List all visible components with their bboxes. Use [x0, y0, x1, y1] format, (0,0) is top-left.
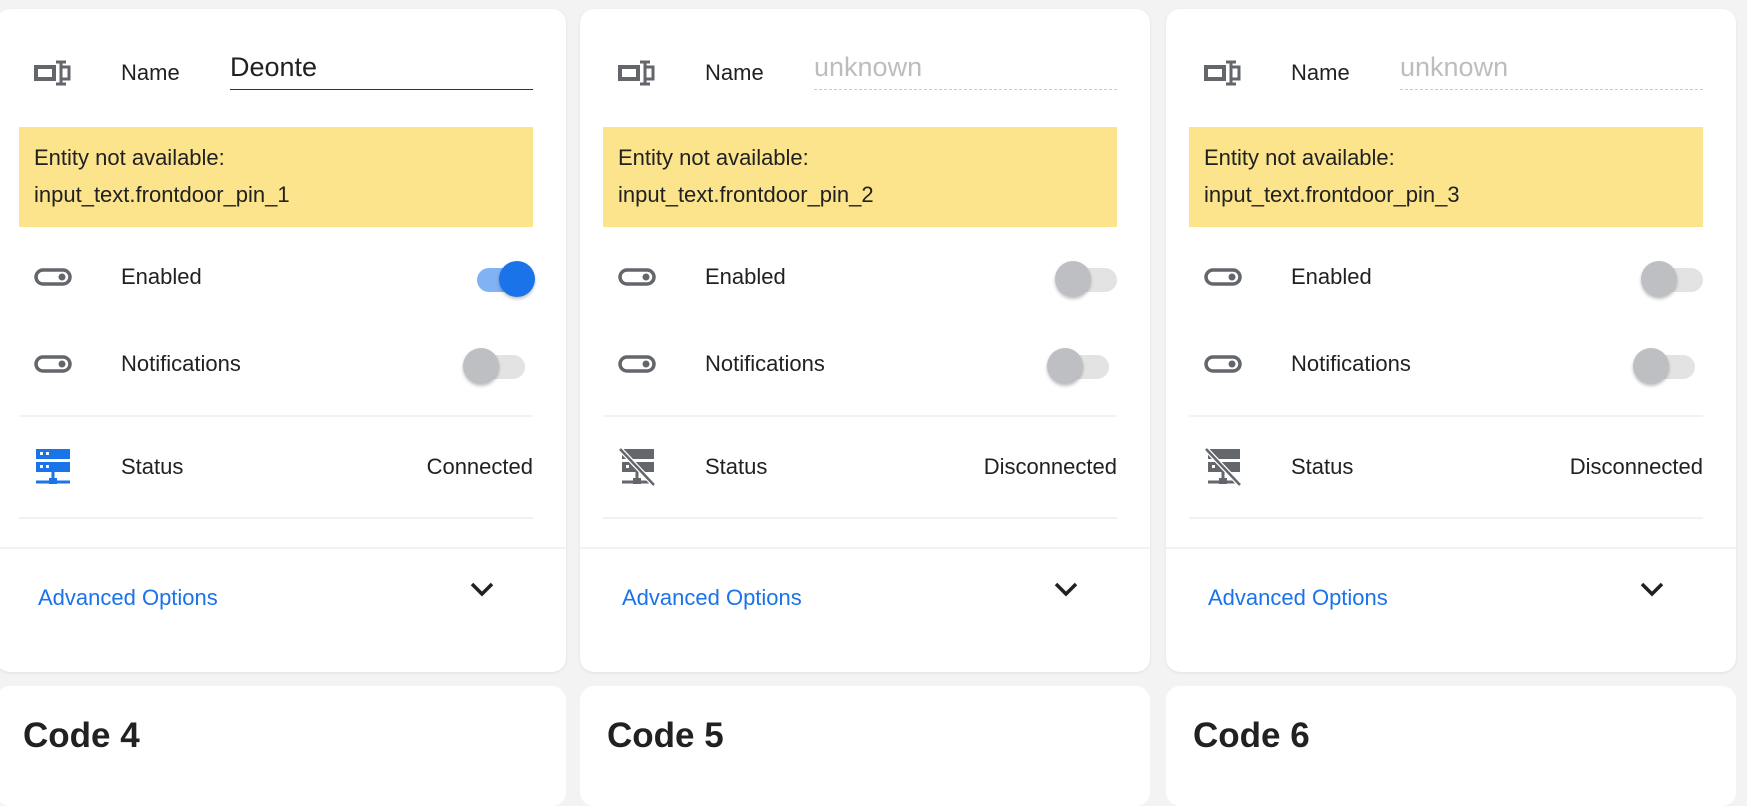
divider	[1189, 517, 1703, 519]
warning-entity-id: input_text.frontdoor_pin_3	[1204, 182, 1460, 207]
notifications-toggle[interactable]	[1047, 346, 1109, 384]
name-input[interactable]: unknown	[1400, 49, 1703, 90]
name-row: Name unknown	[1189, 52, 1703, 93]
divider	[580, 547, 1150, 549]
warning-entity-id: input_text.frontdoor_pin_1	[34, 182, 290, 207]
name-label: Name	[121, 60, 180, 85]
textbox-icon	[1203, 53, 1243, 93]
name-input[interactable]: Deonte	[230, 49, 533, 90]
status-row: Status Connected	[19, 447, 533, 487]
code-card: Code 6	[1166, 686, 1736, 806]
enabled-toggle[interactable]	[471, 259, 535, 297]
warning-text: Entity not available:	[618, 145, 809, 170]
warning-text: Entity not available:	[1204, 145, 1395, 170]
enabled-row: Enabled	[603, 257, 1117, 297]
enabled-label: Enabled	[705, 264, 786, 289]
toggle-switch-icon	[1203, 257, 1243, 297]
entity-warning: Entity not available: input_text.frontdoo…	[19, 127, 533, 227]
warning-text: Entity not available:	[34, 145, 225, 170]
enabled-label: Enabled	[1291, 264, 1372, 289]
textbox-icon	[33, 53, 73, 93]
notifications-row: Notifications	[1189, 344, 1703, 384]
status-label: Status	[121, 454, 184, 479]
code-card: Code 5	[580, 686, 1150, 806]
enabled-toggle[interactable]	[1641, 259, 1703, 297]
advanced-options-link[interactable]: Advanced Options	[1208, 585, 1388, 611]
toggle-switch-icon	[617, 344, 657, 384]
divider	[0, 547, 566, 549]
notifications-row: Notifications	[19, 344, 533, 384]
notifications-label: Notifications	[1291, 351, 1411, 376]
server-network-icon	[33, 447, 73, 487]
entity-warning: Entity not available: input_text.frontdoo…	[603, 127, 1117, 227]
advanced-options-link[interactable]: Advanced Options	[622, 585, 802, 611]
textbox-icon	[617, 53, 657, 93]
notifications-toggle[interactable]	[463, 346, 525, 384]
divider	[19, 415, 533, 417]
notifications-toggle[interactable]	[1633, 346, 1695, 384]
status-row: Status Disconnected	[603, 447, 1117, 487]
toggle-switch-icon	[617, 257, 657, 297]
lock-code-card: Name Deonte Entity not available: input_t…	[0, 9, 566, 672]
status-label: Status	[705, 454, 768, 479]
enabled-toggle[interactable]	[1055, 259, 1117, 297]
name-label: Name	[705, 60, 764, 85]
enabled-row: Enabled	[19, 257, 535, 297]
toggle-switch-icon	[33, 257, 73, 297]
server-network-off-icon	[1203, 447, 1243, 487]
divider	[1166, 547, 1736, 549]
name-label: Name	[1291, 60, 1350, 85]
code-card: Code 4	[0, 686, 566, 806]
code-card-title: Code 4	[23, 716, 140, 755]
advanced-options-link[interactable]: Advanced Options	[38, 585, 218, 611]
status-value: Connected	[426, 454, 533, 479]
toggle-switch-icon	[1203, 344, 1243, 384]
lock-code-card: Name unknown Entity not available: input_…	[580, 9, 1150, 672]
notifications-row: Notifications	[603, 344, 1117, 384]
divider	[19, 517, 533, 519]
status-value: Disconnected	[1569, 454, 1703, 479]
warning-entity-id: input_text.frontdoor_pin_2	[618, 182, 874, 207]
name-row: Name unknown	[603, 52, 1117, 93]
chevron-down-icon[interactable]	[468, 579, 496, 604]
notifications-label: Notifications	[121, 351, 241, 376]
enabled-row: Enabled	[1189, 257, 1703, 297]
status-value: Disconnected	[983, 454, 1117, 479]
divider	[1189, 415, 1703, 417]
server-network-off-icon	[617, 447, 657, 487]
entity-warning: Entity not available: input_text.frontdoo…	[1189, 127, 1703, 227]
notifications-label: Notifications	[705, 351, 825, 376]
code-card-title: Code 6	[1193, 716, 1310, 755]
lock-code-card: Name unknown Entity not available: input_…	[1166, 9, 1736, 672]
name-input[interactable]: unknown	[814, 49, 1117, 90]
enabled-label: Enabled	[121, 264, 202, 289]
chevron-down-icon[interactable]	[1052, 579, 1080, 604]
status-label: Status	[1291, 454, 1354, 479]
name-row: Name Deonte	[19, 52, 533, 93]
code-card-title: Code 5	[607, 716, 724, 755]
divider	[603, 415, 1117, 417]
chevron-down-icon[interactable]	[1638, 579, 1666, 604]
divider	[603, 517, 1117, 519]
status-row: Status Disconnected	[1189, 447, 1703, 487]
toggle-switch-icon	[33, 344, 73, 384]
